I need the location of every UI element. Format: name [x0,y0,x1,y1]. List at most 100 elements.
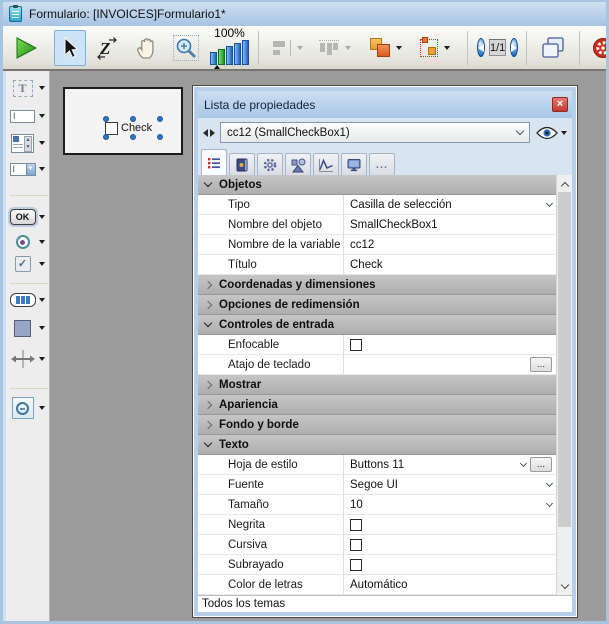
dropdown-arrow-icon[interactable] [39,114,45,118]
section-header[interactable]: Controles de entrada [198,315,556,335]
zoom-tool-button[interactable] [168,30,204,66]
tab-display[interactable] [341,153,367,175]
dropdown-arrow-icon[interactable] [39,406,45,410]
tool-button[interactable]: OK [7,205,51,229]
list-box-icon: ▲▼ [11,134,34,153]
selection-handle[interactable] [157,116,163,122]
dropdown-arrow-icon[interactable] [39,141,45,145]
dropdown-arrow-icon[interactable] [39,326,45,330]
zoom-level-control[interactable]: 100% [210,27,249,69]
visibility-button[interactable] [536,126,567,140]
dropdown-arrow-icon[interactable] [39,215,45,219]
selection-handle[interactable] [103,116,109,122]
property-value[interactable] [343,555,556,574]
property-value[interactable]: Segoe UI [343,475,556,494]
chevron-down-icon[interactable] [546,199,553,206]
ellipsis-button[interactable]: ... [530,357,552,372]
tab-settings[interactable] [257,153,283,175]
dropdown-arrow-icon[interactable] [444,46,450,50]
checkbox[interactable] [350,559,362,571]
chevron-down-icon[interactable] [516,127,524,135]
tool-shape[interactable] [7,316,51,340]
run-button[interactable] [8,30,44,66]
ellipsis-button[interactable]: ... [530,457,552,472]
property-value[interactable] [343,535,556,554]
checkbox[interactable] [350,339,362,351]
section-header[interactable]: Texto [198,435,556,455]
section-header[interactable]: Mostrar [198,375,556,395]
chevron-down-icon[interactable] [546,479,553,486]
dropdown-arrow-icon[interactable] [39,240,45,244]
tool-edit-box[interactable]: I [7,104,51,128]
options-button[interactable] [587,30,609,66]
tab-more[interactable]: ... [369,153,395,175]
checkbox[interactable] [350,519,362,531]
property-value[interactable]: Check [343,255,556,274]
shape-icon [14,320,31,337]
checkbox[interactable] [350,539,362,551]
tool-list-box[interactable]: ▲▼ [7,131,51,155]
tab-curve[interactable] [313,153,339,175]
properties-panel-titlebar[interactable]: Lista de propiedades × [198,91,572,118]
next-control-icon[interactable] [210,129,215,137]
window-list-button[interactable] [534,30,572,66]
page-indicator-field[interactable]: 1/1 [489,39,506,56]
selection-handle[interactable] [130,134,136,140]
tool-static-text[interactable]: T [7,76,51,100]
section-header[interactable]: Coordenadas y dimensiones [198,275,556,295]
property-value[interactable] [343,335,556,354]
dropdown-arrow-icon[interactable] [39,167,45,171]
tool-splitter[interactable] [7,347,51,371]
selection-style-button[interactable] [415,30,455,66]
z-order-button[interactable]: Z [90,30,124,66]
scrollbar-thumb[interactable] [558,192,571,527]
tab-general[interactable] [201,149,227,175]
chevron-down-icon[interactable] [520,459,527,466]
section-header[interactable]: Fondo y borde [198,415,556,435]
form-design-canvas[interactable]: Check [63,87,183,155]
zoom-bars-icon[interactable] [210,40,249,65]
close-button[interactable]: × [552,97,568,112]
select-tool-button[interactable] [54,30,86,66]
tool-check-box[interactable]: ✓ [7,252,51,276]
property-label: Tipo [198,195,343,214]
pan-tool-button[interactable] [128,30,164,66]
chevron-down-icon[interactable] [546,499,553,506]
control-selector-combo[interactable]: cc12 (SmallCheckBox1) [220,122,530,143]
dropdown-arrow-icon[interactable] [39,262,45,266]
tool-combo-box[interactable]: I▾ [7,157,51,181]
dropdown-arrow-icon[interactable] [39,357,45,361]
bring-to-front-button[interactable] [364,30,407,66]
selection-handle[interactable] [130,116,136,122]
scroll-down-button[interactable] [557,579,572,594]
section-header[interactable]: Apariencia [198,395,556,415]
section-header[interactable]: Objetos [198,175,556,195]
dropdown-arrow-icon[interactable] [561,131,567,135]
property-value[interactable]: ... [343,355,556,374]
property-value[interactable]: 10 [343,495,556,514]
tab-shapes[interactable] [285,153,311,175]
property-value[interactable]: Casilla de selección [343,195,556,214]
property-value[interactable] [343,515,556,534]
tool-toolbar-control[interactable] [7,288,51,312]
dropdown-arrow-icon[interactable] [39,298,45,302]
scroll-up-button[interactable] [557,176,572,191]
next-page-button[interactable] [510,38,518,57]
property-value[interactable]: Buttons 11... [343,455,556,474]
dropdown-arrow-icon[interactable] [396,46,402,50]
section-header[interactable]: Opciones de redimensión [198,295,556,315]
tool-radio-button[interactable] [7,230,51,254]
property-value[interactable]: SmallCheckBox1 [343,215,556,234]
checkbox-control[interactable] [105,122,118,135]
vertical-scrollbar[interactable] [556,175,572,595]
property-value[interactable]: cc12 [343,235,556,254]
tab-notes[interactable] [229,153,255,175]
selection-handle[interactable] [157,134,163,140]
tool-special-control[interactable] [7,396,51,420]
dropdown-arrow-icon[interactable] [39,86,45,90]
previous-control-icon[interactable] [203,129,208,137]
property-value[interactable]: Automático [343,575,556,594]
check-box-icon: ✓ [15,256,31,272]
previous-page-button[interactable] [477,38,485,57]
selection-handle[interactable] [103,134,109,140]
